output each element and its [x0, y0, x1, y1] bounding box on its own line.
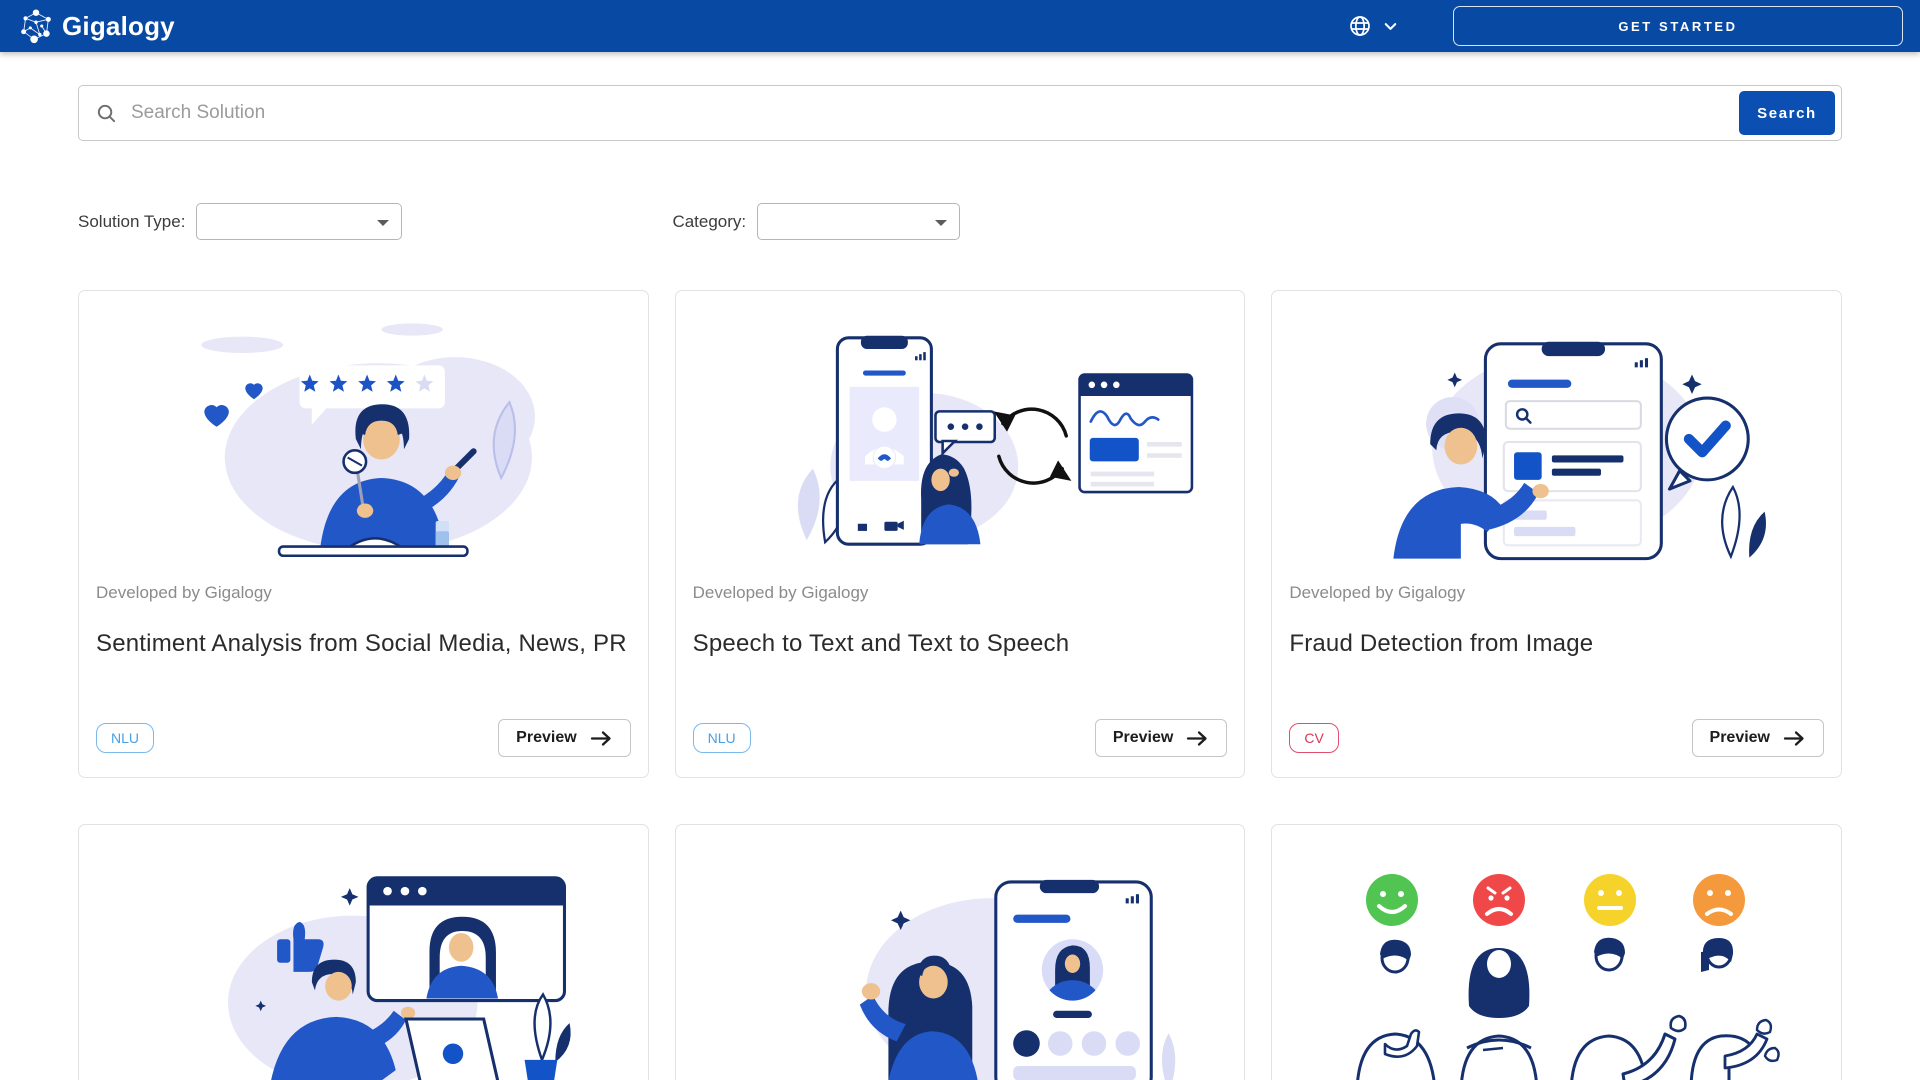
emoji-feedback-people-illustration — [1327, 853, 1787, 1080]
arrow-right-icon — [590, 730, 613, 747]
card-illustration — [1272, 291, 1841, 563]
dropdown-caret-icon — [377, 220, 389, 226]
solution-card: Developed by Gigalogy Sentiment Analysis… — [78, 290, 649, 778]
preview-button[interactable]: Preview — [498, 719, 630, 757]
preview-label: Preview — [516, 729, 576, 747]
category-label: Category: — [672, 212, 746, 232]
solution-card-partial — [78, 824, 649, 1080]
card-illustration — [79, 291, 648, 563]
solution-title: Speech to Text and Text to Speech — [693, 630, 1228, 658]
card-illustration — [1272, 825, 1841, 1080]
solution-title: Fraud Detection from Image — [1289, 630, 1824, 658]
solutions-grid: Developed by Gigalogy Sentiment Analysis… — [78, 290, 1842, 1080]
preview-button[interactable]: Preview — [1095, 719, 1227, 757]
category-tag: NLU — [96, 723, 154, 753]
phone-check-verification-illustration — [1332, 319, 1782, 563]
category-tag: CV — [1289, 723, 1338, 753]
solution-card-partial — [1271, 824, 1842, 1080]
developed-by: Developed by Gigalogy — [693, 583, 1228, 603]
solution-type-select[interactable] — [196, 203, 402, 240]
main-content: Search Solution Type: Category: — [0, 85, 1920, 1080]
language-switcher[interactable] — [1348, 14, 1400, 38]
search-input[interactable] — [129, 101, 1728, 125]
solution-title: Sentiment Analysis from Social Media, Ne… — [96, 630, 631, 658]
card-footer: NLU Preview — [693, 719, 1228, 757]
solution-type-label: Solution Type: — [78, 212, 185, 232]
brand-name: Gigalogy — [62, 11, 175, 42]
search-bar: Search — [78, 85, 1842, 141]
arrow-right-icon — [1186, 730, 1209, 747]
preview-button[interactable]: Preview — [1692, 719, 1824, 757]
card-illustration — [676, 825, 1245, 1080]
search-button[interactable]: Search — [1739, 91, 1835, 135]
dropdown-caret-icon — [935, 220, 947, 226]
filters-row: Solution Type: Category: — [78, 203, 1842, 240]
person-review-stars-illustration — [148, 311, 578, 563]
video-call-laptop-illustration — [138, 853, 588, 1080]
card-footer: NLU Preview — [96, 719, 631, 757]
solution-type-filter: Solution Type: — [78, 203, 402, 240]
card-footer: CV Preview — [1289, 719, 1824, 757]
brand[interactable]: Gigalogy — [17, 7, 175, 45]
solution-card: Developed by Gigalogy Speech to Text and… — [675, 290, 1246, 778]
profile-phone-woman-illustration — [735, 853, 1185, 1080]
get-started-button[interactable]: GET STARTED — [1453, 6, 1903, 46]
arrow-right-icon — [1783, 730, 1806, 747]
solution-card: Developed by Gigalogy Fraud Detection fr… — [1271, 290, 1842, 778]
chevron-down-icon — [1381, 17, 1400, 36]
preview-label: Preview — [1710, 729, 1770, 747]
developed-by: Developed by Gigalogy — [96, 583, 631, 603]
navbar: Gigalogy GET STARTED — [0, 0, 1920, 52]
card-illustration — [676, 291, 1245, 563]
category-tag: NLU — [693, 723, 751, 753]
solution-card-partial — [675, 824, 1246, 1080]
category-filter: Category: — [672, 203, 960, 240]
search-icon — [95, 102, 118, 125]
card-illustration — [79, 825, 648, 1080]
preview-label: Preview — [1113, 729, 1173, 747]
category-select[interactable] — [757, 203, 960, 240]
globe-icon — [1348, 14, 1372, 38]
developed-by: Developed by Gigalogy — [1289, 583, 1824, 603]
voice-call-sync-browser-illustration — [725, 319, 1195, 563]
gigalogy-logo-icon — [17, 7, 55, 45]
